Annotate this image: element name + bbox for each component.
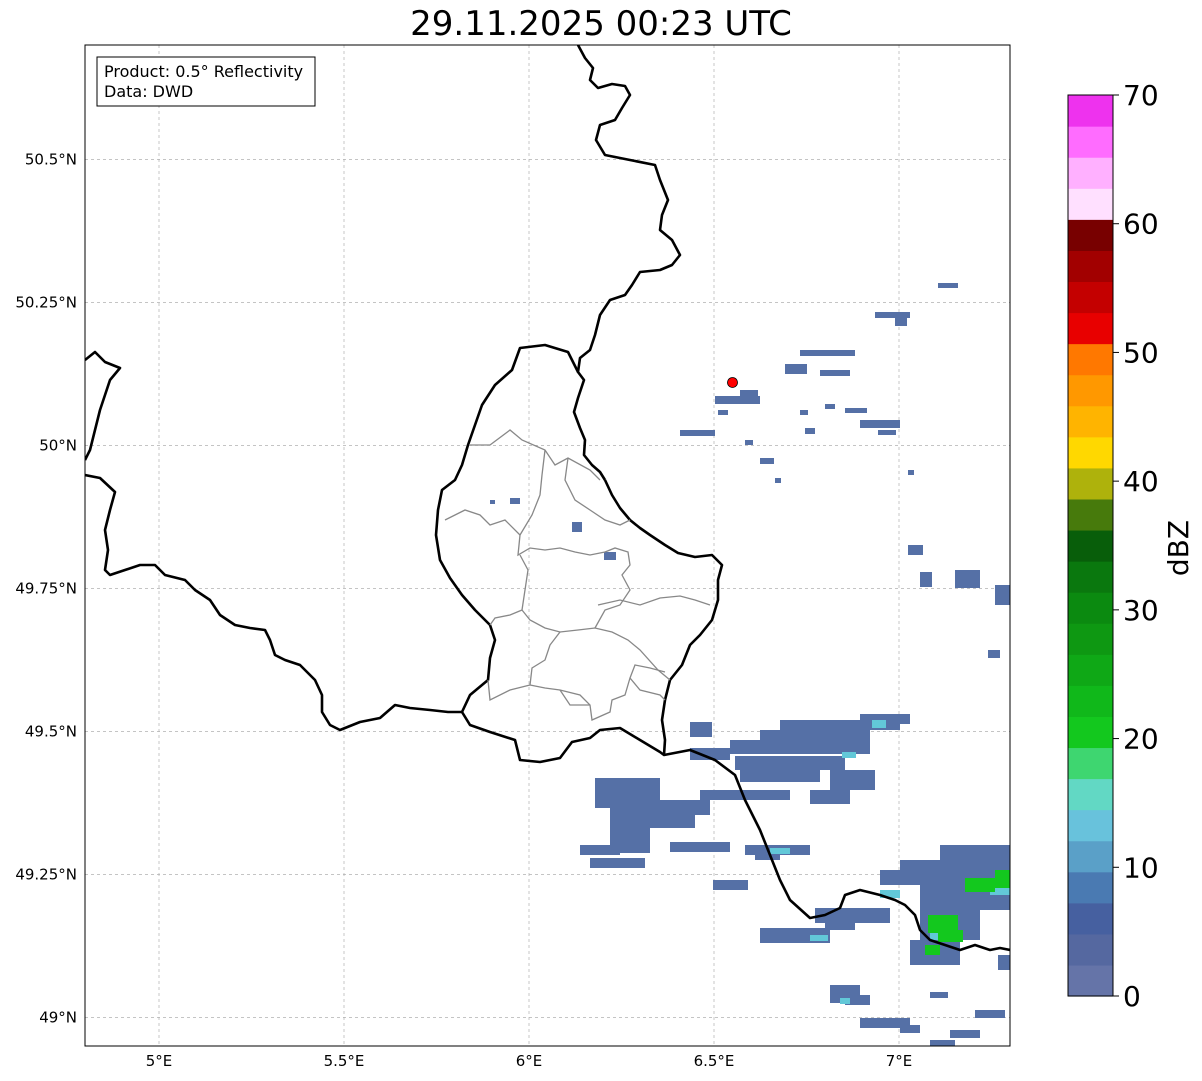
colorbar-segment	[1068, 592, 1113, 624]
colorbar-segment	[1068, 778, 1113, 811]
colorbar-segment	[1068, 716, 1113, 749]
colorbar-segment	[1068, 95, 1113, 127]
colorbar-segment	[1068, 436, 1113, 469]
colorbar-segment	[1068, 902, 1113, 935]
plot-area	[85, 45, 1010, 1046]
colorbar-tick-label: 50	[1123, 336, 1159, 369]
colorbar-tick-label: 0	[1123, 980, 1141, 1013]
lon-tick-label: 6°E	[516, 1052, 543, 1070]
colorbar-segment	[1068, 250, 1113, 283]
colorbar-segment	[1068, 964, 1113, 997]
info-product: Product: 0.5° Reflectivity	[104, 62, 303, 81]
colorbar-segment	[1068, 871, 1113, 904]
colorbar-segment	[1068, 126, 1113, 158]
colorbar-segment	[1068, 933, 1113, 966]
lon-tick-label: 5.5°E	[324, 1052, 365, 1070]
colorbar-segment	[1068, 188, 1113, 220]
colorbar-segment	[1068, 405, 1113, 438]
lat-tick-label: 50.5°N	[25, 150, 77, 168]
colorbar-segment	[1068, 219, 1113, 251]
info-data-source: Data: DWD	[104, 82, 193, 101]
colorbar-segment	[1068, 840, 1113, 873]
radar-site-marker	[727, 377, 738, 388]
colorbar-tick-label: 10	[1123, 851, 1159, 884]
colorbar-label: dBZ	[1162, 520, 1195, 576]
lat-tick-label: 49.75°N	[15, 579, 77, 597]
colorbar-segment	[1068, 623, 1113, 655]
lon-tick-label: 6.5°E	[694, 1052, 735, 1070]
colorbar-segment	[1068, 561, 1113, 593]
colorbar-segment	[1068, 809, 1113, 842]
colorbar-tick-label: 30	[1123, 594, 1159, 627]
colorbar-segment	[1068, 374, 1113, 407]
colorbar-segment	[1068, 747, 1113, 780]
colorbar: 0 10 20 30 40 50 60 70	[1067, 79, 1159, 1013]
lat-tick-label: 50.25°N	[15, 293, 77, 311]
colorbar-segment	[1068, 281, 1113, 314]
radar-map: Product: 0.5° Reflectivity Data: DWD 5°E…	[15, 44, 1195, 1070]
lat-tick-label: 50°N	[39, 436, 77, 454]
colorbar-segment	[1068, 529, 1113, 562]
colorbar-tick-label: 40	[1123, 465, 1159, 498]
lat-tick-label: 49.5°N	[25, 722, 77, 740]
lon-tick-label: 5°E	[146, 1052, 173, 1070]
colorbar-segment	[1068, 467, 1113, 500]
colorbar-tick-label: 60	[1123, 208, 1159, 241]
lon-tick-label: 7°E	[886, 1052, 913, 1070]
colorbar-segment	[1068, 343, 1113, 376]
colorbar-segment	[1068, 685, 1113, 717]
colorbar-segment	[1068, 157, 1113, 189]
info-box: Product: 0.5° Reflectivity Data: DWD	[96, 56, 316, 107]
lat-tick-label: 49.25°N	[15, 865, 77, 883]
colorbar-tick-label: 20	[1123, 723, 1159, 756]
lat-tick-label: 49°N	[39, 1008, 77, 1026]
colorbar-segment	[1068, 654, 1113, 686]
colorbar-tick-label: 70	[1123, 79, 1159, 112]
colorbar-segment	[1068, 312, 1113, 345]
colorbar-segment	[1068, 498, 1113, 531]
